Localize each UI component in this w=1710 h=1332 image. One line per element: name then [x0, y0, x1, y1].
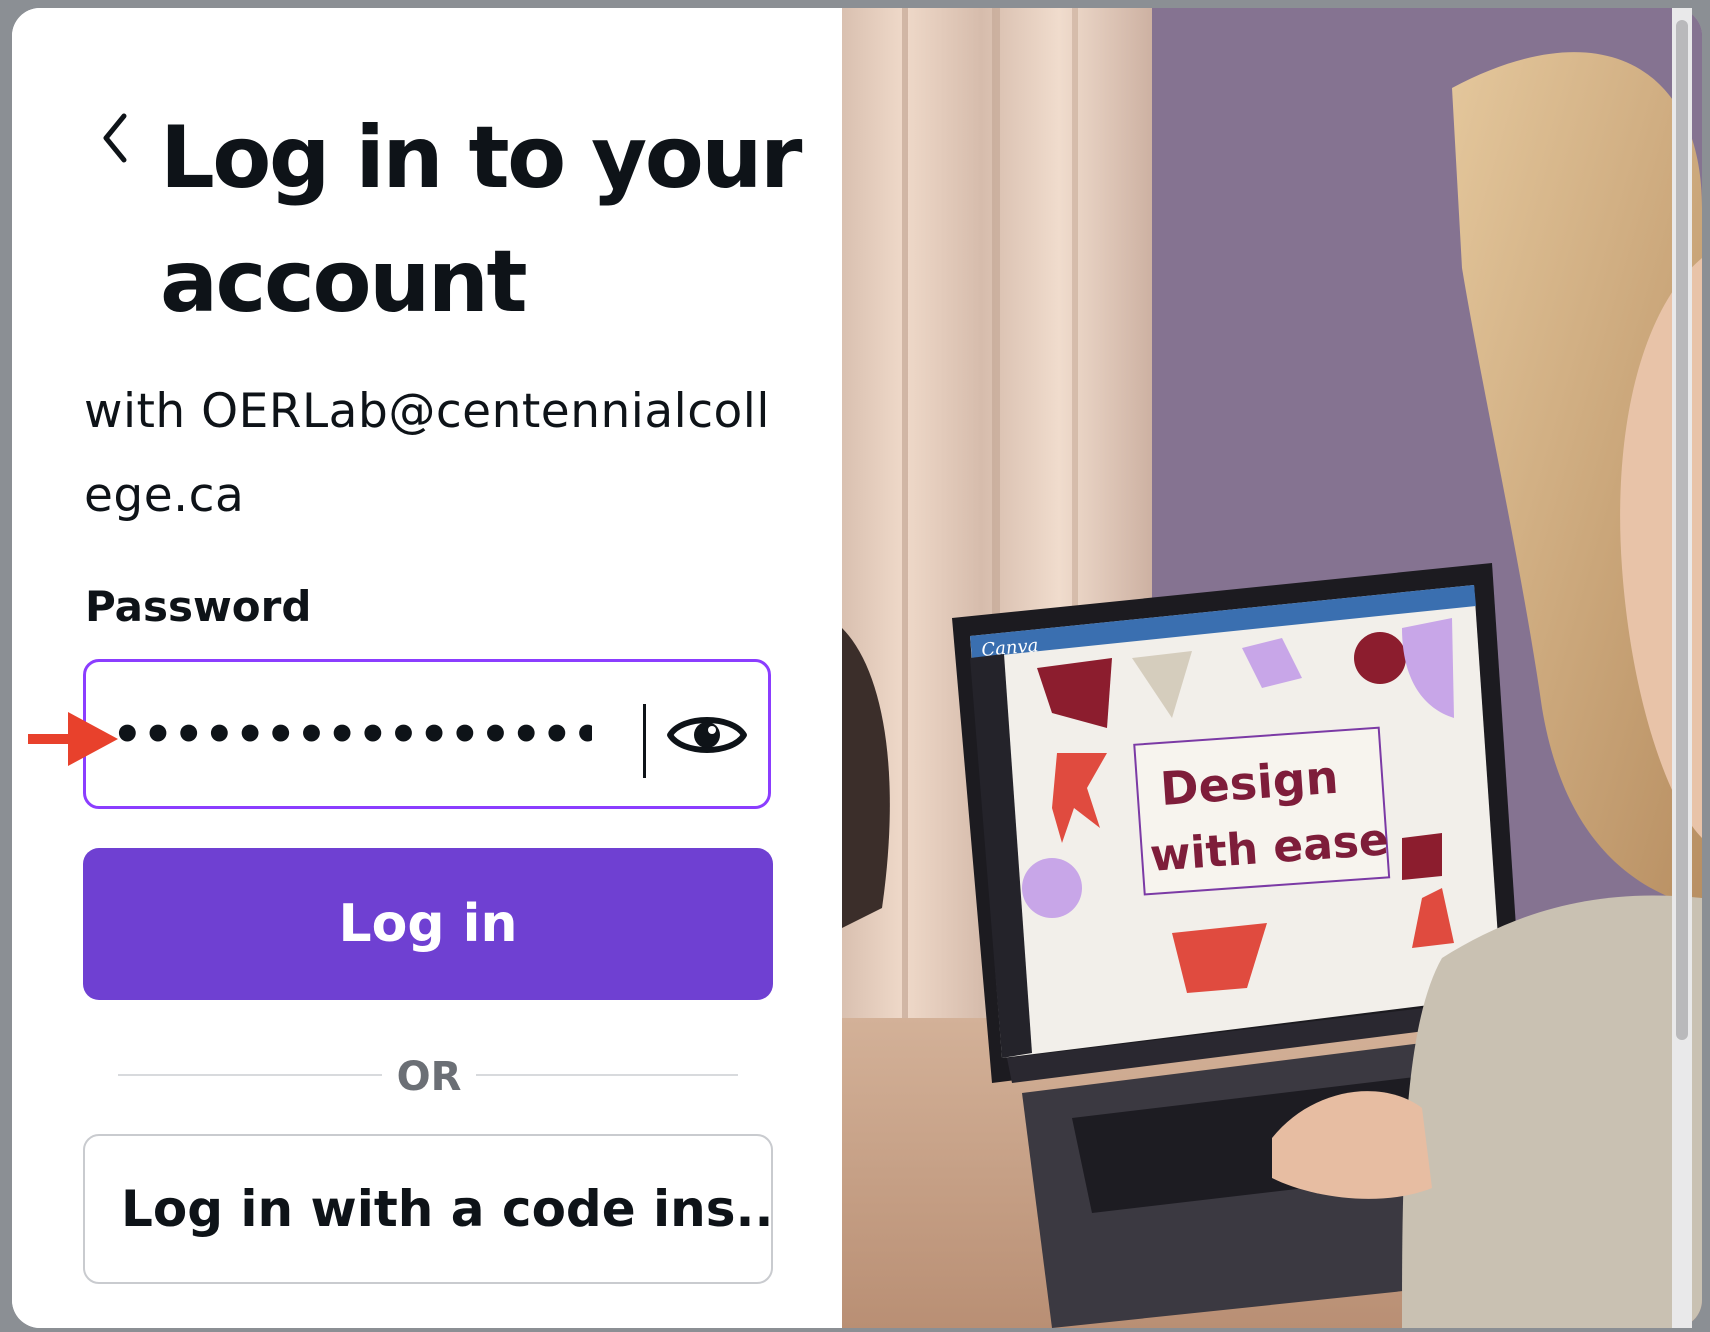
show-password-button[interactable]	[662, 700, 752, 770]
divider-left	[118, 1074, 382, 1076]
password-label: Password	[85, 582, 312, 631]
page-title: Log in to your account	[160, 108, 802, 332]
or-separator: OR	[396, 1054, 462, 1100]
text-caret	[643, 704, 646, 778]
account-email-text: with OERLab@centennialcollege.ca	[84, 384, 770, 523]
password-field[interactable]	[83, 659, 771, 809]
divider-right	[476, 1074, 738, 1076]
login-with-code-button[interactable]: Log in with a code ins...	[83, 1134, 773, 1284]
back-button[interactable]	[90, 108, 140, 168]
scrollbar-thumb[interactable]	[1676, 20, 1688, 1040]
hero-illustration: Canva Design with ease	[842, 8, 1702, 1328]
login-panel: Log in to your account with OERLab@cente…	[12, 8, 842, 1328]
hero-image: Canva Design with ease	[842, 8, 1702, 1328]
eye-icon	[667, 717, 747, 753]
red-arrow-icon	[28, 712, 118, 766]
password-input[interactable]	[112, 688, 592, 782]
chevron-left-icon	[103, 113, 127, 163]
login-button[interactable]: Log in	[83, 848, 773, 1000]
login-modal: Log in to your account with OERLab@cente…	[12, 8, 1702, 1328]
